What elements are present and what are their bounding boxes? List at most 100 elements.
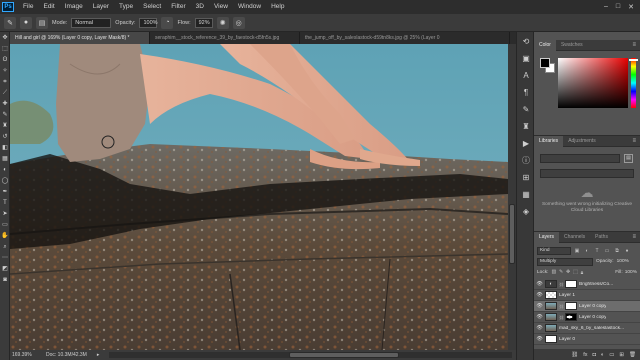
edit-toolbar-icon[interactable]: ⋯ (1, 254, 9, 262)
tab-hill-and-girl[interactable]: Hill and girl @ 169% (Layer 0 copy, Laye… (10, 32, 150, 44)
dodge-tool-icon[interactable]: ◯ (1, 177, 9, 185)
actions-panel-icon[interactable]: ▶ (520, 138, 532, 149)
lock-transparent-icon[interactable]: ▨ (551, 270, 556, 276)
move-tool-icon[interactable]: ✥ (1, 34, 9, 42)
layer-mask-thumbnail[interactable] (565, 313, 577, 321)
eraser-tool-icon[interactable]: ◧ (1, 144, 9, 152)
filter-pixel-icon[interactable]: ▣ (573, 247, 581, 255)
vertical-scroll-thumb[interactable] (509, 204, 515, 264)
tab-color[interactable]: Color (534, 39, 556, 51)
layer-row[interactable]: 👁︎ ◐ ⛓ Brightness/Co... (534, 279, 640, 290)
mask-link-icon[interactable]: ⛓ (559, 315, 564, 320)
panel-menu-icon[interactable]: ≡ (632, 234, 640, 240)
swatches-panel-icon[interactable]: ▦ (520, 189, 532, 200)
color-picker-field[interactable] (558, 58, 628, 108)
layer-visibility-eye-icon[interactable]: 👁︎ (536, 325, 543, 331)
menu-select[interactable]: Select (138, 0, 166, 14)
menu-filter[interactable]: Filter (166, 0, 190, 14)
layer-name[interactable]: Brightness/Co... (579, 282, 613, 287)
brush-tool-icon[interactable]: ✎ (1, 111, 9, 119)
brush-settings-icon[interactable]: ✎ (520, 104, 532, 115)
crop-tool-icon[interactable]: ⌗ (1, 78, 9, 86)
menu-view[interactable]: View (209, 0, 233, 14)
history-panel-icon[interactable]: ⟲ (520, 36, 532, 47)
history-brush-icon[interactable]: ↺ (1, 133, 9, 141)
blend-mode-select[interactable]: Multiply (537, 257, 593, 266)
menu-3d[interactable]: 3D (191, 0, 209, 14)
foreground-color-swatch[interactable] (540, 58, 550, 68)
blur-tool-icon[interactable]: ◐ (1, 166, 9, 174)
panel-menu-icon[interactable]: ≡ (632, 138, 640, 144)
layer-name[interactable]: Layer 0 (559, 337, 575, 342)
tab-jump-off-stock[interactable]: the_jump_off_by_saleslastock-d59tn8ks.jp… (300, 32, 510, 44)
status-arrow-icon[interactable]: ▸ (97, 352, 100, 358)
tab-swatches[interactable]: Swatches (556, 40, 588, 51)
library-view-icon[interactable]: ▤ (624, 154, 633, 163)
pen-tool-icon[interactable]: ✒ (1, 188, 9, 196)
horizontal-scroll-thumb[interactable] (289, 352, 400, 358)
zoom-level[interactable]: 169.39% (12, 352, 36, 358)
fill-value[interactable]: 100% (625, 270, 637, 275)
layer-visibility-eye-icon[interactable]: 👁︎ (536, 281, 543, 287)
lock-artboard-icon[interactable]: ⬚ (573, 270, 578, 276)
layer-filter-kind[interactable]: Kind (537, 246, 571, 255)
menu-edit[interactable]: Edit (38, 0, 59, 14)
minimize-icon[interactable]: – (604, 3, 608, 11)
stamp-tool-icon[interactable]: ♜ (1, 122, 9, 130)
layer-mask-thumbnail[interactable] (565, 302, 577, 310)
tab-adjustments[interactable]: Adjustments (563, 136, 601, 147)
layer-thumbnail[interactable] (545, 302, 557, 310)
horizontal-scrollbar[interactable] (109, 352, 512, 358)
pressure-size-icon[interactable]: ◎ (232, 16, 245, 29)
layer-name[interactable]: mad_sky_6_by_saleslastock... (559, 326, 624, 331)
close-icon[interactable]: ✕ (628, 3, 634, 11)
layer-thumbnail[interactable] (545, 324, 557, 332)
vertical-scrollbar[interactable] (508, 44, 516, 350)
brush-preset-icon[interactable]: ● (20, 16, 32, 29)
airbrush-icon[interactable]: ✺ (216, 16, 229, 29)
layer-row[interactable]: 👁︎ Layer 1 (534, 290, 640, 301)
layer-visibility-eye-icon[interactable]: 👁︎ (536, 303, 543, 309)
quick-select-tool-icon[interactable]: ✧ (1, 67, 9, 75)
layer-visibility-eye-icon[interactable]: 👁︎ (536, 336, 543, 342)
new-layer-icon[interactable]: ⊞ (619, 352, 624, 358)
brush-tool-icon[interactable]: ✎ (4, 16, 16, 29)
filter-smart-object-icon[interactable]: ⧉ (613, 247, 621, 255)
lock-position-icon[interactable]: ✥ (566, 270, 570, 276)
layer-thumbnail[interactable] (545, 313, 557, 321)
gradient-tool-icon[interactable]: ▦ (1, 155, 9, 163)
mask-link-icon[interactable]: ⛓ (559, 304, 564, 309)
styles-panel-icon[interactable]: ◈ (520, 206, 532, 217)
layer-name[interactable]: Layer 1 (559, 293, 575, 298)
layer-visibility-eye-icon[interactable]: 👁︎ (536, 292, 543, 298)
lock-all-icon[interactable]: 🔒︎ (581, 270, 584, 276)
type-tool-icon[interactable]: T (1, 199, 9, 207)
clone-source-icon[interactable]: ♜ (520, 121, 532, 132)
lock-pixels-icon[interactable]: ✎ (559, 270, 563, 276)
fg-bg-swatches[interactable] (540, 58, 556, 74)
layer-visibility-eye-icon[interactable]: 👁︎ (536, 314, 543, 320)
delete-layer-icon[interactable]: 🗑︎ (629, 352, 636, 358)
add-mask-icon[interactable]: ◘ (593, 352, 596, 358)
link-layers-icon[interactable]: ⛓ (571, 352, 578, 358)
tab-paths[interactable]: Paths (590, 232, 613, 243)
pressure-opacity-icon[interactable]: ◔ (161, 16, 174, 29)
filter-adjustment-icon[interactable]: ◐ (583, 247, 591, 255)
layer-style-icon[interactable]: fx (583, 352, 587, 358)
filter-shape-icon[interactable]: ▭ (603, 247, 611, 255)
panel-menu-icon[interactable]: ≡ (632, 42, 640, 48)
eyedropper-tool-icon[interactable]: ⟋ (1, 89, 9, 97)
hand-tool-icon[interactable]: ✋ (1, 232, 9, 240)
filter-type-icon[interactable]: T (593, 247, 601, 255)
navigator-panel-icon[interactable]: ⊞ (520, 172, 532, 183)
layer-name[interactable]: Layer 0 copy (579, 304, 606, 309)
tab-layers[interactable]: Layers (534, 231, 560, 243)
menu-type[interactable]: Type (114, 0, 138, 14)
new-adjustment-icon[interactable]: ◐ (601, 352, 604, 358)
flow-field[interactable]: 92% (194, 17, 213, 28)
layer-thumbnail[interactable] (545, 291, 557, 299)
library-select[interactable] (540, 154, 620, 163)
filter-toggle-icon[interactable]: ● (623, 247, 631, 255)
layer-row[interactable]: 👁︎ mad_sky_6_by_saleslastock... (534, 323, 640, 334)
paragraph-panel-icon[interactable]: ¶ (520, 87, 532, 98)
